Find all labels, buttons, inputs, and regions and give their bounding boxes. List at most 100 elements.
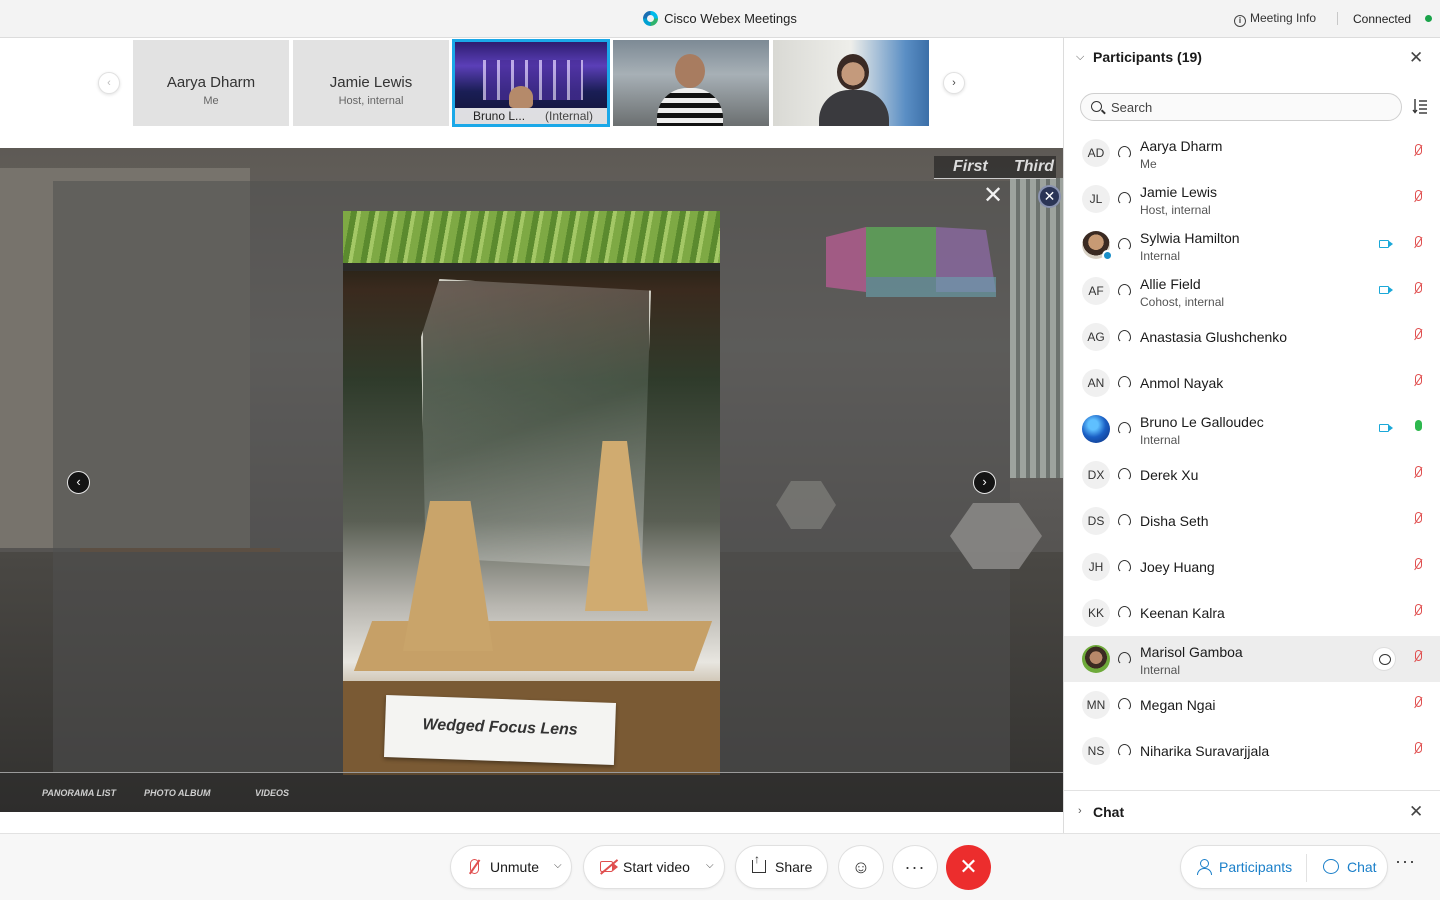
share-label: Share bbox=[775, 859, 813, 875]
audio-options-chevron-icon[interactable]: ⌵ bbox=[554, 860, 562, 871]
participant-row[interactable]: Marisol Gamboa Internal bbox=[1064, 636, 1440, 682]
participant-row[interactable]: AG Anastasia Glushchenko bbox=[1064, 314, 1440, 360]
participant-name: Keenan Kalra bbox=[1140, 605, 1225, 621]
avatar: AD bbox=[1082, 139, 1110, 167]
unmute-button[interactable]: Unmute ⌵ bbox=[450, 845, 572, 889]
headset-audio-icon bbox=[1118, 698, 1131, 711]
avatar: JL bbox=[1082, 185, 1110, 213]
participant-row[interactable]: NS Niharika Suravarjjala bbox=[1064, 728, 1440, 774]
mic-muted-icon[interactable] bbox=[1415, 742, 1422, 753]
mic-muted-icon[interactable] bbox=[1415, 374, 1422, 385]
participant-search-input[interactable]: Search bbox=[1080, 93, 1402, 121]
participant-name: Niharika Suravarjjala bbox=[1140, 743, 1270, 759]
mic-active-icon[interactable] bbox=[1415, 420, 1422, 431]
close-participants-icon[interactable]: ✕ bbox=[1409, 48, 1423, 68]
video-tile-participant-4[interactable] bbox=[613, 40, 769, 126]
tour-link-videos[interactable]: VIDEOS bbox=[255, 788, 289, 798]
video-on-icon bbox=[1379, 240, 1393, 248]
mic-muted-icon[interactable] bbox=[1415, 558, 1422, 569]
panel-toggle-group: Participants Chat bbox=[1180, 845, 1388, 889]
mic-muted-icon[interactable] bbox=[1415, 282, 1422, 293]
participant-row[interactable]: DX Derek Xu bbox=[1064, 452, 1440, 498]
expand-chevron-icon[interactable]: › bbox=[1078, 805, 1082, 817]
participants-toggle-button[interactable]: Participants bbox=[1219, 859, 1292, 875]
chat-toggle-button[interactable]: Chat bbox=[1347, 859, 1377, 875]
tile-subtitle: (Internal) bbox=[545, 109, 594, 123]
participant-row[interactable]: AN Anmol Nayak bbox=[1064, 360, 1440, 406]
tour-link-photo-album[interactable]: PHOTO ALBUM bbox=[144, 788, 211, 798]
leave-meeting-button[interactable]: ✕ bbox=[946, 845, 991, 890]
tour-link-panorama-list[interactable]: PANORAMA LIST bbox=[42, 788, 116, 798]
participant-name: Anmol Nayak bbox=[1140, 375, 1224, 391]
headset-audio-icon bbox=[1118, 192, 1131, 205]
mic-muted-icon[interactable] bbox=[1415, 466, 1422, 477]
filmstrip-prev-button[interactable]: ‹ bbox=[98, 72, 120, 94]
video-tile-bruno[interactable]: Bruno L... (Internal) bbox=[452, 39, 610, 127]
video-options-chevron-icon[interactable]: ⌵ bbox=[706, 860, 714, 871]
share-button[interactable]: Share bbox=[735, 845, 828, 889]
participant-role: Internal bbox=[1140, 663, 1181, 677]
participant-list: AD Aarya Dharm Me JL Jamie Lewis Host, i… bbox=[1064, 130, 1440, 790]
mic-muted-icon[interactable] bbox=[1415, 190, 1422, 201]
meeting-info-button[interactable]: i Meeting Info bbox=[1234, 11, 1316, 27]
participant-row[interactable]: Bruno Le Galloudec Internal bbox=[1064, 406, 1440, 452]
participant-row[interactable]: Sylwia Hamilton Internal bbox=[1064, 222, 1440, 268]
floor-minimap[interactable] bbox=[826, 222, 996, 307]
reactions-button[interactable]: ☺ bbox=[838, 845, 884, 889]
chat-panel-header[interactable]: › Chat ✕ bbox=[1064, 790, 1440, 833]
view-tab-first[interactable]: First bbox=[953, 158, 988, 176]
participant-row[interactable]: JH Joey Huang bbox=[1064, 544, 1440, 590]
mic-muted-icon[interactable] bbox=[1415, 512, 1422, 523]
private-chat-icon[interactable] bbox=[1372, 647, 1396, 671]
app-title: Cisco Webex Meetings bbox=[0, 11, 1440, 26]
headset-audio-icon bbox=[1118, 652, 1131, 665]
participant-role: Internal bbox=[1140, 249, 1181, 263]
mic-muted-icon[interactable] bbox=[1415, 236, 1422, 247]
video-filmstrip: ‹ Aarya Dharm Me Jamie Lewis Host, inter… bbox=[0, 38, 1063, 128]
webex-badge-icon bbox=[1102, 250, 1113, 261]
photo-next-arrow-icon[interactable]: › bbox=[973, 471, 996, 494]
mic-muted-icon[interactable] bbox=[1415, 328, 1422, 339]
sort-list-icon[interactable] bbox=[1412, 98, 1428, 114]
more-options-button[interactable]: ··· bbox=[892, 845, 938, 889]
video-tile-aarya[interactable]: Aarya Dharm Me bbox=[133, 40, 289, 126]
filmstrip-next-button[interactable]: › bbox=[943, 72, 965, 94]
mic-muted-icon[interactable] bbox=[1415, 144, 1422, 155]
lens-photo: Wedged Focus Lens bbox=[343, 211, 720, 775]
start-video-button[interactable]: Start video ⌵ bbox=[583, 845, 725, 889]
start-video-label: Start video bbox=[623, 859, 690, 875]
participant-shirt bbox=[819, 90, 889, 126]
participant-row[interactable]: JL Jamie Lewis Host, internal bbox=[1064, 176, 1440, 222]
search-icon bbox=[1091, 101, 1102, 112]
tile-name: Aarya Dharm bbox=[166, 74, 256, 91]
photo-frame bbox=[343, 263, 720, 271]
participant-row[interactable]: MN Megan Ngai bbox=[1064, 682, 1440, 728]
participant-row[interactable]: DS Disha Seth bbox=[1064, 498, 1440, 544]
tour-close-icon[interactable]: ✕ bbox=[1038, 185, 1061, 208]
video-on-icon bbox=[1379, 286, 1393, 294]
mic-muted-icon[interactable] bbox=[1415, 696, 1422, 707]
mic-muted-icon[interactable] bbox=[1415, 650, 1422, 661]
photo-caption: Wedged Focus Lens bbox=[422, 716, 578, 739]
meeting-info-label: Meeting Info bbox=[1250, 11, 1317, 25]
photo-prev-arrow-icon[interactable]: ‹ bbox=[67, 471, 90, 494]
participant-name: Jamie Lewis bbox=[1140, 184, 1218, 200]
lightbox-close-icon[interactable]: ✕ bbox=[983, 184, 1003, 208]
view-tab-third[interactable]: Third bbox=[1014, 158, 1054, 176]
video-tile-jamie[interactable]: Jamie Lewis Host, internal bbox=[293, 40, 449, 126]
video-off-icon bbox=[600, 861, 618, 872]
collapse-chevron-icon[interactable]: ⌵ bbox=[1076, 51, 1084, 64]
avatar bbox=[1082, 645, 1110, 673]
mic-muted-icon[interactable] bbox=[1415, 604, 1422, 615]
close-chat-icon[interactable]: ✕ bbox=[1409, 802, 1423, 822]
more-panels-button[interactable]: ··· bbox=[1395, 851, 1416, 872]
share-icon bbox=[752, 852, 766, 873]
participant-name: Bruno Le Galloudec bbox=[1140, 414, 1264, 430]
video-tile-participant-5[interactable] bbox=[773, 40, 929, 126]
participant-row[interactable]: KK Keenan Kalra bbox=[1064, 590, 1440, 636]
connection-status: Connected bbox=[1353, 12, 1412, 26]
participant-row[interactable]: AF Allie Field Cohost, internal bbox=[1064, 268, 1440, 314]
participant-row[interactable]: AD Aarya Dharm Me bbox=[1064, 130, 1440, 176]
headset-audio-icon bbox=[1118, 560, 1131, 573]
tile-subtitle: Me bbox=[203, 95, 219, 107]
